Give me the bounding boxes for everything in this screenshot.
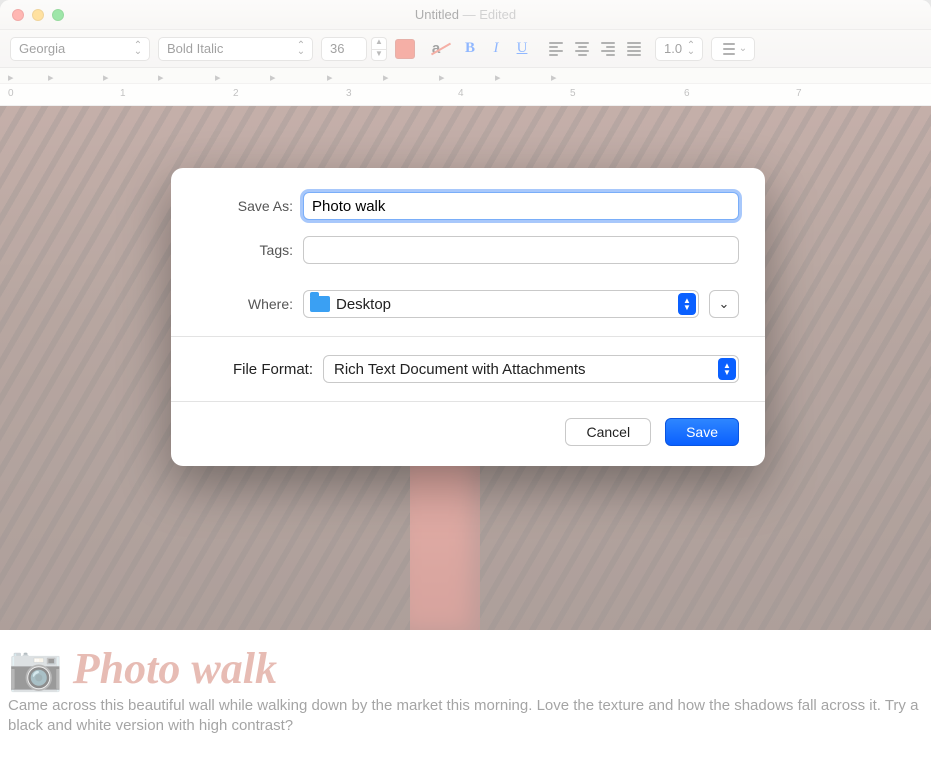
save-dialog: Save As: Tags: Where: Desktop ▲▼ ⌄ File … — [171, 168, 765, 466]
where-label: Where: — [197, 296, 303, 312]
expand-dialog-button[interactable]: ⌄ — [709, 290, 739, 318]
app-window: Untitled — Edited Georgia Bold Italic 36… — [0, 0, 931, 758]
save-as-label: Save As: — [197, 198, 303, 214]
file-format-value: Rich Text Document with Attachments — [334, 361, 718, 378]
chevron-updown-icon: ▲▼ — [678, 293, 696, 315]
where-value: Desktop — [336, 296, 672, 313]
tags-row: Tags: — [171, 230, 765, 270]
save-button[interactable]: Save — [665, 418, 739, 446]
file-format-label: File Format: — [197, 361, 323, 378]
chevron-down-icon: ⌄ — [719, 296, 730, 312]
tags-label: Tags: — [197, 242, 303, 258]
where-dropdown[interactable]: Desktop ▲▼ — [303, 290, 699, 318]
tags-input[interactable] — [303, 236, 739, 264]
file-format-row: File Format: Rich Text Document with Att… — [171, 337, 765, 401]
save-as-input[interactable] — [303, 192, 739, 220]
file-format-dropdown[interactable]: Rich Text Document with Attachments ▲▼ — [323, 355, 739, 383]
where-row: Where: Desktop ▲▼ ⌄ — [171, 274, 765, 336]
chevron-updown-icon: ▲▼ — [718, 358, 736, 380]
cancel-button[interactable]: Cancel — [565, 418, 651, 446]
folder-icon — [310, 296, 330, 312]
save-as-row: Save As: — [171, 186, 765, 226]
dialog-button-row: Cancel Save — [171, 402, 765, 466]
